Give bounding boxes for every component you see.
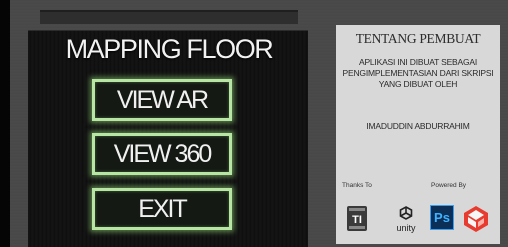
app-title: MAPPING FLOOR — [65, 34, 274, 64]
about-description: APLIKASI INI DIBUAT SEBAGAI PENGIMPLEMEN… — [342, 57, 494, 89]
sketchup-logo-icon — [464, 206, 488, 232]
unity-logo-text: unity — [396, 223, 416, 233]
view-360-button[interactable]: VIEW 360 — [92, 133, 232, 175]
view-ar-button[interactable]: VIEW AR — [92, 79, 232, 121]
screen-edge — [0, 0, 10, 247]
exit-button[interactable]: EXIT — [92, 188, 232, 230]
photoshop-logo-icon: Ps — [430, 205, 454, 230]
exit-label: EXIT — [138, 194, 188, 223]
thanks-to-label: Thanks To — [342, 182, 372, 189]
top-bar — [40, 10, 298, 24]
ti-logo-text: TI — [352, 214, 362, 226]
unity-logo-icon: unity — [396, 206, 416, 233]
ti-logo-icon: TI — [347, 206, 367, 231]
about-title: TENTANG PEMBUAT — [355, 31, 481, 46]
view-360-label: VIEW 360 — [113, 139, 213, 168]
about-panel: TENTANG PEMBUAT APLIKASI INI DIBUAT SEBA… — [336, 25, 500, 244]
view-ar-label: VIEW AR — [116, 85, 209, 114]
powered-by-label: Powered By — [431, 182, 467, 189]
author-name: IMADUDDIN ABDURRAHIM — [366, 121, 470, 131]
